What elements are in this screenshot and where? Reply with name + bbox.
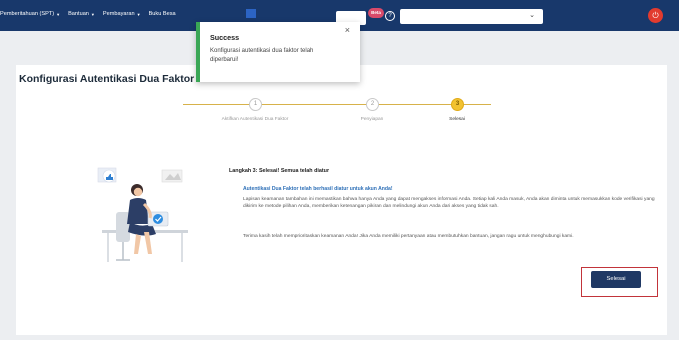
menu-item-label: Buku Besa: [148, 11, 176, 17]
success-subheading: Autentikasi Dua Faktor telah berhasil di…: [243, 186, 393, 192]
chevron-down-icon: ▼: [90, 11, 95, 17]
close-icon[interactable]: ×: [345, 25, 350, 35]
app-icon[interactable]: [246, 9, 256, 18]
main-card: Konfigurasi Autentikasi Dua Faktor 1 2 3…: [16, 65, 667, 335]
step-3-circle: 3: [451, 98, 464, 111]
chevron-down-icon: ▼: [136, 11, 141, 17]
menu-item-label: Bantuan: [68, 11, 89, 17]
success-illustration: [97, 167, 188, 262]
page-title: Konfigurasi Autentikasi Dua Faktor: [19, 73, 195, 85]
thanks-paragraph: Terima kasih telah memprioritaskan keama…: [243, 234, 574, 239]
step-1-circle: 1: [249, 98, 262, 111]
done-button[interactable]: Selesai: [591, 271, 641, 288]
chevron-down-icon: ⌄: [529, 12, 535, 19]
toast-message: Konfigurasi autentikasi dua faktor telah…: [210, 48, 314, 63]
help-icon[interactable]: ?: [385, 11, 395, 21]
main-menu: Pemberitahuan (SPT) ▼ Bantuan ▼ Pembayar…: [0, 11, 176, 17]
menu-item-label: Pemberitahuan (SPT): [0, 11, 55, 17]
beta-badge: Beta: [368, 8, 384, 18]
step-2-circle: 2: [366, 98, 379, 111]
profile-select[interactable]: ⌄: [400, 9, 543, 24]
menu-item-buku-besar[interactable]: Buku Besa: [149, 11, 176, 17]
step-3-label: Selesai: [449, 117, 465, 122]
step-1-label: Aktifkan Autentikasi Dua Faktor: [221, 117, 289, 122]
power-icon[interactable]: ⏻: [648, 8, 663, 23]
menu-item-spt[interactable]: Pemberitahuan (SPT) ▼: [0, 11, 60, 17]
step-2-label: Penyiapan: [360, 117, 384, 122]
step-heading: Langkah 3: Selesai! Semua telah diatur: [229, 168, 330, 174]
toast-title: Success: [210, 33, 240, 42]
menu-item-bantuan[interactable]: Bantuan ▼: [68, 11, 95, 17]
description-paragraph: Lapisan keamanan tambahan ini memastikan…: [243, 197, 655, 210]
chevron-down-icon: ▼: [56, 11, 61, 17]
menu-item-pembayaran[interactable]: Pembayaran ▼: [103, 11, 141, 17]
menu-item-label: Pembayaran: [102, 11, 135, 17]
success-toast: Success Konfigurasi autentikasi dua fakt…: [196, 22, 360, 82]
stepper-track: [183, 104, 491, 105]
